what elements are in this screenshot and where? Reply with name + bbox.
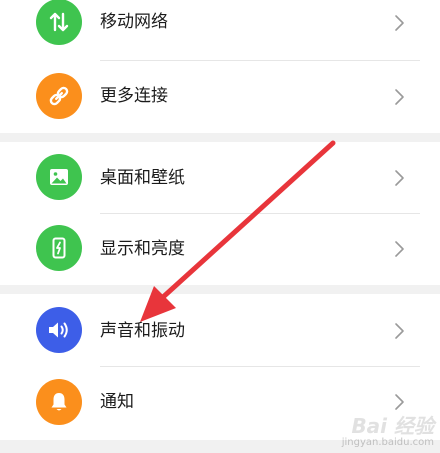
settings-row-display-brightness[interactable]: 显示和亮度 — [0, 214, 440, 286]
settings-group-connectivity: 移动网络 更多连接 — [0, 0, 440, 133]
settings-row-label: 桌面和壁纸 — [100, 168, 185, 188]
chevron-right-icon — [395, 394, 404, 410]
chevron-right-icon — [395, 241, 404, 257]
link-icon — [36, 73, 82, 119]
watermark-brand: Bai 经验 — [351, 414, 434, 438]
settings-row-label: 显示和亮度 — [100, 239, 185, 259]
chevron-right-icon — [395, 323, 404, 339]
settings-row-label: 移动网络 — [100, 12, 168, 32]
settings-row-label: 通知 — [100, 392, 134, 412]
settings-row-label: 更多连接 — [100, 86, 168, 106]
chevron-right-icon — [395, 170, 404, 186]
display-brightness-icon — [36, 225, 82, 271]
bell-icon — [36, 379, 82, 425]
watermark: Bai 经验 jingyan.baidu.com — [342, 415, 434, 449]
sound-icon — [36, 307, 82, 353]
settings-row-more-connections[interactable]: 更多连接 — [0, 61, 440, 133]
settings-row-mobile-network[interactable]: 移动网络 — [0, 0, 440, 58]
settings-row-wallpaper[interactable]: 桌面和壁纸 — [0, 142, 440, 214]
settings-group-display: 桌面和壁纸 显示和亮度 — [0, 142, 440, 285]
settings-row-sound-vibration[interactable]: 声音和振动 — [0, 294, 440, 366]
settings-row-label: 声音和振动 — [100, 321, 185, 341]
chevron-right-icon — [395, 15, 404, 31]
watermark-url: jingyan.baidu.com — [341, 437, 434, 448]
chevron-right-icon — [395, 89, 404, 105]
wallpaper-icon — [36, 154, 82, 200]
mobile-network-icon — [36, 0, 82, 45]
